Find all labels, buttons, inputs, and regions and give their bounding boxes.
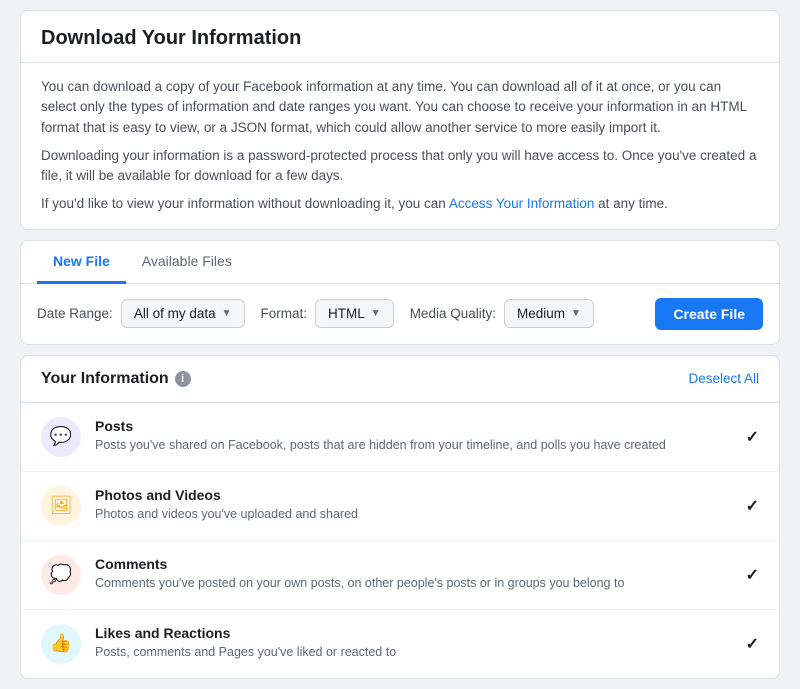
info-section-title: Your Information i [41, 370, 191, 388]
info-icon[interactable]: i [175, 371, 191, 387]
date-range-chevron-icon: ▼ [222, 308, 232, 319]
list-item[interactable]: 🖼 Photos and Videos Photos and videos yo… [21, 472, 779, 541]
list-item[interactable]: 💭 Comments Comments you've posted on you… [21, 541, 779, 610]
item-text: Likes and Reactions Posts, comments and … [95, 625, 732, 662]
checkmark-icon: ✓ [746, 565, 759, 585]
item-description: Photos and videos you've uploaded and sh… [95, 506, 732, 524]
date-range-group: Date Range: All of my data ▼ [37, 299, 245, 328]
item-title: Photos and Videos [95, 487, 732, 503]
item-title: Posts [95, 418, 732, 434]
item-title: Comments [95, 556, 732, 572]
tab-available-files[interactable]: Available Files [126, 241, 248, 284]
description-3-pre: If you'd like to view your information w… [41, 196, 449, 211]
list-item[interactable]: 👍 Likes and Reactions Posts, comments an… [21, 610, 779, 678]
item-description: Comments you've posted on your own posts… [95, 575, 732, 593]
access-your-information-link[interactable]: Access Your Information [449, 196, 595, 211]
media-quality-chevron-icon: ▼ [571, 308, 581, 319]
tabs-header: New File Available Files [21, 241, 779, 284]
page-title: Download Your Information [21, 11, 779, 63]
media-quality-label: Media Quality: [410, 306, 496, 321]
create-file-button[interactable]: Create File [655, 298, 763, 330]
checkmark-icon: ✓ [746, 496, 759, 516]
description-3: If you'd like to view your information w… [41, 194, 759, 214]
item-title: Likes and Reactions [95, 625, 732, 641]
your-information-title: Your Information [41, 370, 169, 388]
item-text: Posts Posts you've shared on Facebook, p… [95, 418, 732, 455]
item-description: Posts you've shared on Facebook, posts t… [95, 437, 732, 455]
date-range-value: All of my data [134, 306, 216, 321]
info-section-header: Your Information i Deselect All [21, 356, 779, 403]
date-range-dropdown[interactable]: All of my data ▼ [121, 299, 245, 328]
format-value: HTML [328, 306, 365, 321]
description-2: Downloading your information is a passwo… [41, 146, 759, 187]
item-text: Photos and Videos Photos and videos you'… [95, 487, 732, 524]
format-dropdown[interactable]: HTML ▼ [315, 299, 394, 328]
item-icon: 💭 [41, 555, 81, 595]
item-icon: 🖼 [41, 486, 81, 526]
tab-new-file[interactable]: New File [37, 241, 126, 284]
description-3-post: at any time. [594, 196, 668, 211]
format-chevron-icon: ▼ [371, 308, 381, 319]
checkmark-icon: ✓ [746, 427, 759, 447]
item-icon: 👍 [41, 624, 81, 664]
media-quality-group: Media Quality: Medium ▼ [410, 299, 594, 328]
list-item[interactable]: 💬 Posts Posts you've shared on Facebook,… [21, 403, 779, 472]
item-icon: 💬 [41, 417, 81, 457]
format-label: Format: [261, 306, 308, 321]
media-quality-dropdown[interactable]: Medium ▼ [504, 299, 594, 328]
checkmark-icon: ✓ [746, 634, 759, 654]
media-quality-value: Medium [517, 306, 565, 321]
info-items-list: 💬 Posts Posts you've shared on Facebook,… [21, 403, 779, 678]
item-text: Comments Comments you've posted on your … [95, 556, 732, 593]
item-description: Posts, comments and Pages you've liked o… [95, 644, 732, 662]
description-1: You can download a copy of your Facebook… [41, 77, 759, 138]
deselect-all-button[interactable]: Deselect All [688, 371, 759, 386]
your-information-section: Your Information i Deselect All 💬 Posts … [20, 355, 780, 679]
controls-row: Date Range: All of my data ▼ Format: HTM… [21, 284, 779, 344]
date-range-label: Date Range: [37, 306, 113, 321]
format-group: Format: HTML ▼ [261, 299, 394, 328]
